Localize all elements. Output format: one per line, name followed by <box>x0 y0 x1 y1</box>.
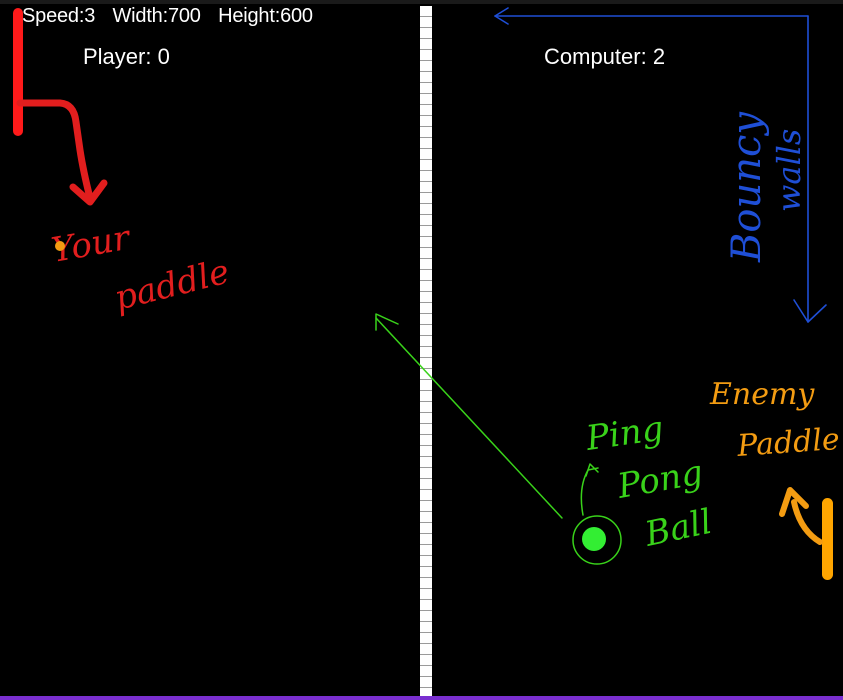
bouncy-walls-note-line1: Bouncy <box>724 111 770 263</box>
ball-trajectory-arrow-icon <box>375 313 622 565</box>
scribble-dot-icon <box>55 241 65 251</box>
player-paddle-arrow-icon <box>16 99 108 206</box>
enemy-paddle-note: Enemy Paddle <box>709 377 841 464</box>
player-paddle-note: Your paddle <box>49 218 234 319</box>
ball-note-line1: Ping <box>583 409 666 460</box>
center-net <box>420 6 432 696</box>
player-paddle-note-line1: Your <box>49 218 135 271</box>
player-paddle[interactable] <box>13 8 23 136</box>
player-paddle-note-line2: paddle <box>111 252 234 319</box>
player-score: Player: 0 <box>83 44 170 69</box>
enemy-note-line1: Enemy <box>709 377 815 412</box>
ball-note-line2: Pong <box>614 453 706 507</box>
speed-stat: Speed:3 <box>22 5 96 27</box>
stats-bar: Speed:3 Width:700 Height:600 <box>22 5 325 28</box>
bouncy-walls-note: Bouncy walls <box>724 111 808 263</box>
height-stat: Height:600 <box>218 5 313 27</box>
enemy-paddle-arrow-icon <box>779 487 823 545</box>
ball-note-line3: Ball <box>641 502 716 555</box>
game-canvas[interactable]: Speed:3 Width:700 Height:600 Player: 0 C… <box>0 0 843 700</box>
top-edge <box>0 0 843 4</box>
enemy-paddle <box>822 498 833 580</box>
width-stat: Width:700 <box>112 5 201 27</box>
enemy-note-line2: Paddle <box>735 422 841 464</box>
computer-score: Computer: 2 <box>544 44 666 69</box>
bottom-edge <box>0 696 843 700</box>
bouncy-walls-note-line2: walls <box>770 129 808 212</box>
ping-pong-ball <box>582 527 606 551</box>
